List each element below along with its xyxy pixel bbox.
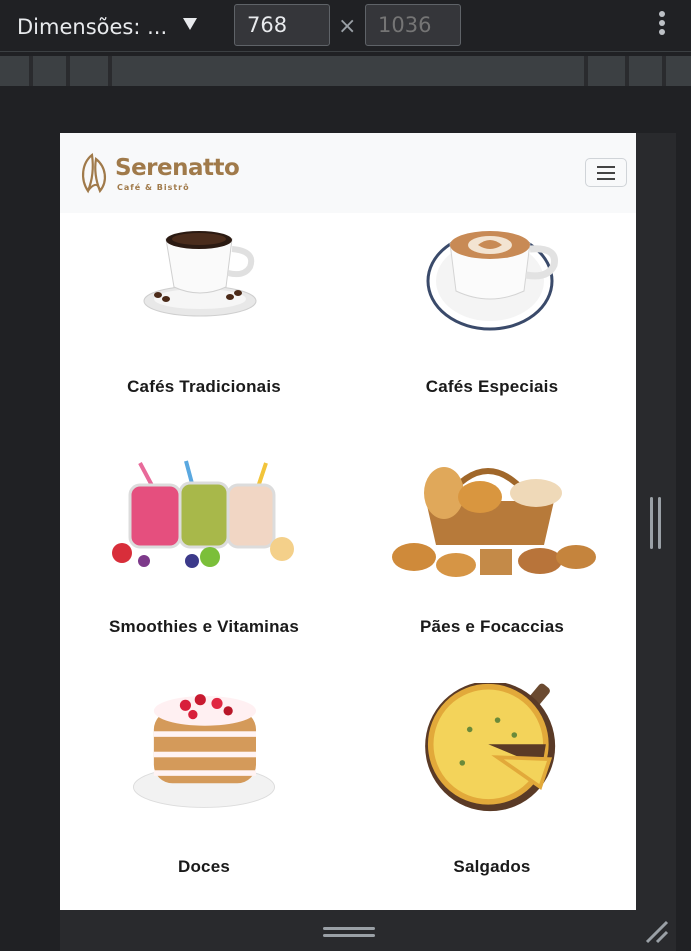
category-label[interactable]: Cafés Tradicionais (60, 377, 348, 397)
ruler-segment[interactable] (629, 56, 662, 86)
category-label[interactable]: Salgados (348, 857, 636, 877)
category-card[interactable]: Pães e Focaccias (348, 453, 636, 653)
smoothie-jars-image[interactable] (60, 453, 348, 583)
hamburger-icon (597, 166, 615, 168)
ruler-segment[interactable] (666, 56, 691, 86)
quiche-image[interactable] (348, 683, 636, 813)
height-input[interactable] (365, 4, 461, 46)
ruler-segment[interactable] (588, 56, 625, 86)
latte-art-cup-image[interactable] (348, 213, 636, 343)
category-card[interactable]: Doces (60, 683, 348, 883)
bread-basket-image[interactable] (348, 453, 636, 583)
resize-corner-icon[interactable] (643, 918, 669, 944)
resize-handle-right[interactable] (650, 497, 664, 549)
category-label[interactable]: Doces (60, 857, 348, 877)
width-input[interactable] (234, 4, 330, 46)
dimensions-dropdown[interactable]: Dimensões: ... (17, 14, 167, 40)
site-header: Serenatto Café & Bistrô (60, 133, 636, 213)
times-icon: × (338, 14, 357, 39)
ruler-segment[interactable] (112, 56, 584, 86)
devtools-toolbar: Dimensões: ... × (0, 0, 691, 52)
media-query-ruler[interactable] (0, 56, 691, 86)
hamburger-menu-button[interactable] (585, 158, 627, 187)
espresso-cup-image[interactable] (60, 213, 348, 343)
brand-name[interactable]: Serenatto (115, 154, 240, 182)
resize-handle-bottom[interactable] (323, 925, 375, 939)
leaf-logo-icon[interactable] (78, 151, 110, 195)
category-label[interactable]: Cafés Especiais (348, 377, 636, 397)
emulated-page: Serenatto Café & Bistrô Cafés Tradiciona… (60, 133, 636, 910)
kebab-menu-icon[interactable] (655, 11, 669, 41)
brand-tagline: Café & Bistrô (117, 183, 190, 192)
chevron-down-icon[interactable] (183, 18, 197, 30)
category-card[interactable]: Smoothies e Vitaminas (60, 453, 348, 653)
layer-cake-image[interactable] (60, 683, 348, 813)
category-card[interactable]: Salgados (348, 683, 636, 883)
ruler-segment[interactable] (70, 56, 108, 86)
category-label[interactable]: Pães e Focaccias (348, 617, 636, 637)
ruler-segment[interactable] (0, 56, 29, 86)
category-card[interactable]: Cafés Especiais (348, 213, 636, 413)
category-card[interactable]: Cafés Tradicionais (60, 213, 348, 413)
category-label[interactable]: Smoothies e Vitaminas (60, 617, 348, 637)
ruler-segment[interactable] (33, 56, 66, 86)
